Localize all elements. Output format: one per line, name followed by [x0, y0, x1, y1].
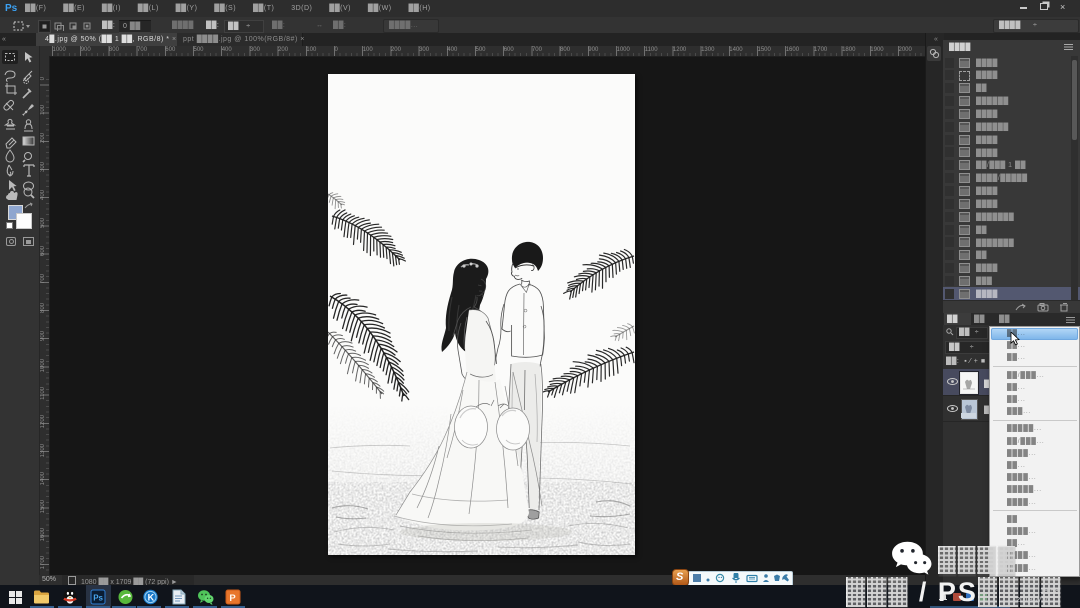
svg-text:P: P: [229, 593, 236, 604]
svg-text:Ps: Ps: [93, 594, 103, 603]
svg-text:K: K: [148, 592, 155, 602]
